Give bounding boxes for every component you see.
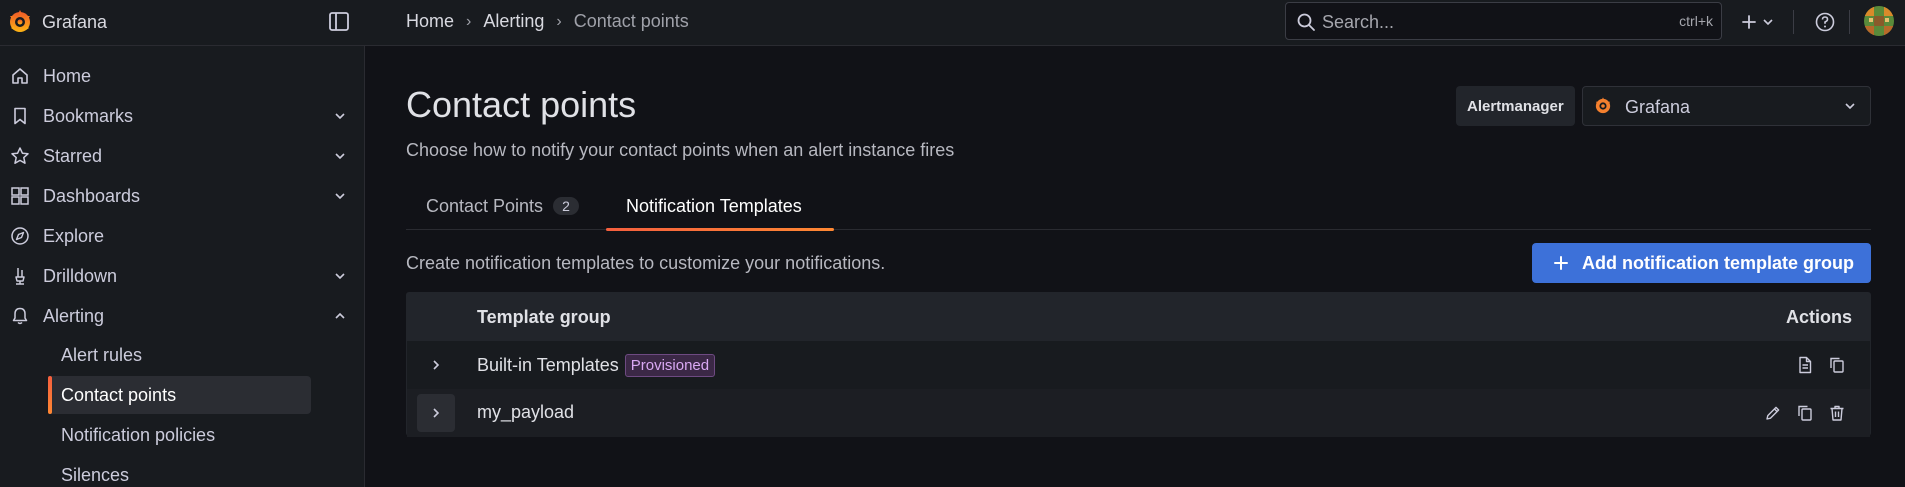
chevron-down-icon [1763, 19, 1773, 26]
template-group-label: Built-in Templates [477, 355, 619, 375]
edit-icon[interactable] [1763, 403, 1783, 423]
bell-icon [12, 307, 28, 325]
chevron-right-icon: › [466, 12, 472, 30]
tab-label: Contact Points [426, 195, 544, 216]
templates-description: Create notification templates to customi… [406, 253, 886, 273]
templates-table: Template group Actions Built-in Template… [406, 292, 1871, 437]
drilldown-icon [15, 268, 25, 285]
sidebar-item-label: Alert rules [61, 345, 143, 365]
provisioned-badge: Provisioned [624, 354, 716, 377]
table-row: my_payload [407, 389, 1870, 437]
column-header-template-group: Template group [477, 307, 611, 327]
table-header: Template group Actions [407, 293, 1870, 341]
breadcrumb: Home › Alerting › Contact points [406, 11, 689, 32]
divider [1793, 10, 1794, 34]
star-icon [11, 147, 29, 164]
sidebar-item-label: Contact points [61, 385, 177, 405]
divider [1849, 10, 1850, 34]
chevron-up-icon[interactable] [333, 310, 347, 322]
breadcrumb-current: Contact points [573, 11, 689, 31]
sidebar-item-label: Dashboards [43, 186, 141, 206]
dock-menu-icon[interactable] [328, 11, 352, 33]
search-input[interactable]: Search... ctrl+k [1285, 2, 1722, 40]
chevron-right-icon [433, 408, 440, 418]
alertmanager-select[interactable]: Grafana [1582, 86, 1871, 126]
copy-icon[interactable] [1795, 403, 1815, 423]
delete-icon[interactable] [1827, 403, 1847, 423]
column-header-actions: Actions [1785, 307, 1852, 327]
new-button[interactable] [1740, 10, 1780, 34]
sidebar-item-starred[interactable]: Starred [0, 136, 365, 176]
sidebar-item-alerting[interactable]: Alerting [0, 296, 365, 336]
sidebar: Home Bookmarks Starred Dashboards Explor… [0, 46, 365, 487]
sidebar-item-label: Starred [43, 146, 103, 166]
add-template-group-button[interactable]: Add notification template group [1532, 243, 1871, 283]
sidebar-item-drilldown[interactable]: Drilldown [0, 256, 365, 296]
sidebar-item-label: Explore [43, 226, 105, 246]
help-icon[interactable] [1814, 11, 1836, 33]
sidebar-item-bookmarks[interactable]: Bookmarks [0, 96, 365, 136]
sidebar-item-contact-points[interactable]: Contact points [48, 376, 311, 414]
view-icon[interactable] [1795, 355, 1815, 375]
sidebar-item-notification-policies[interactable]: Notification policies [48, 416, 311, 454]
tab-notification-templates[interactable]: Notification Templates [606, 182, 834, 231]
avatar[interactable] [1864, 6, 1894, 36]
chevron-right-icon [433, 360, 440, 370]
tab-count-badge: 2 [553, 197, 579, 215]
apps-icon [11, 187, 29, 205]
chevron-down-icon[interactable] [333, 150, 347, 162]
expand-row-button[interactable] [417, 346, 455, 384]
app-name: Grafana [42, 12, 108, 32]
chevron-down-icon [1845, 103, 1855, 110]
add-button-label: Add notification template group [1582, 253, 1854, 273]
template-group-name: Built-in Templates Provisioned [477, 354, 716, 377]
sidebar-item-label: Home [43, 66, 92, 86]
sidebar-item-label: Drilldown [43, 266, 118, 286]
tab-bar: Contact Points 2 Notification Templates [406, 182, 1871, 231]
sidebar-item-home[interactable]: Home [0, 56, 365, 96]
home-icon [12, 68, 28, 84]
main-content: Contact points Choose how to notify your… [366, 47, 1905, 487]
table-row: Built-in Templates Provisioned [407, 341, 1870, 389]
grafana-logo-icon [1595, 97, 1611, 114]
brand[interactable]: Grafana [0, 0, 365, 46]
search-shortcut: ctrl+k [1679, 13, 1713, 29]
bookmark-icon [14, 107, 26, 125]
sidebar-item-alert-rules[interactable]: Alert rules [48, 336, 311, 374]
chevron-down-icon[interactable] [333, 110, 347, 122]
sidebar-item-label: Alerting [43, 306, 105, 326]
page-subtitle: Choose how to notify your contact points… [406, 140, 955, 160]
breadcrumb-home[interactable]: Home [406, 11, 454, 32]
sidebar-item-label: Silences [61, 465, 130, 485]
sidebar-item-label: Notification policies [61, 425, 216, 445]
tab-contact-points[interactable]: Contact Points 2 [406, 182, 594, 230]
sidebar-item-explore[interactable]: Explore [0, 216, 365, 256]
compass-icon [11, 227, 29, 245]
breadcrumb-alerting[interactable]: Alerting [483, 11, 544, 32]
copy-icon[interactable] [1827, 355, 1847, 375]
template-group-name: my_payload [477, 402, 575, 422]
chevron-down-icon[interactable] [333, 190, 347, 202]
alertmanager-label: Alertmanager [1456, 86, 1575, 126]
top-bar: Grafana Home › Alerting › Contact points… [0, 0, 1905, 46]
search-icon [1297, 13, 1315, 31]
search-placeholder: Search... [1322, 12, 1395, 32]
plus-icon [1742, 15, 1756, 29]
sidebar-item-dashboards[interactable]: Dashboards [0, 176, 365, 216]
expand-row-button[interactable] [417, 394, 455, 432]
tab-label: Notification Templates [626, 195, 802, 216]
grafana-logo-icon [10, 10, 30, 32]
plus-icon [1554, 256, 1568, 270]
chevron-down-icon[interactable] [333, 270, 347, 282]
chevron-right-icon: › [556, 12, 562, 30]
sidebar-item-label: Bookmarks [43, 106, 134, 126]
page-title: Contact points [406, 84, 637, 125]
sidebar-item-silences[interactable]: Silences [48, 456, 311, 487]
alertmanager-value: Grafana [1625, 97, 1691, 117]
